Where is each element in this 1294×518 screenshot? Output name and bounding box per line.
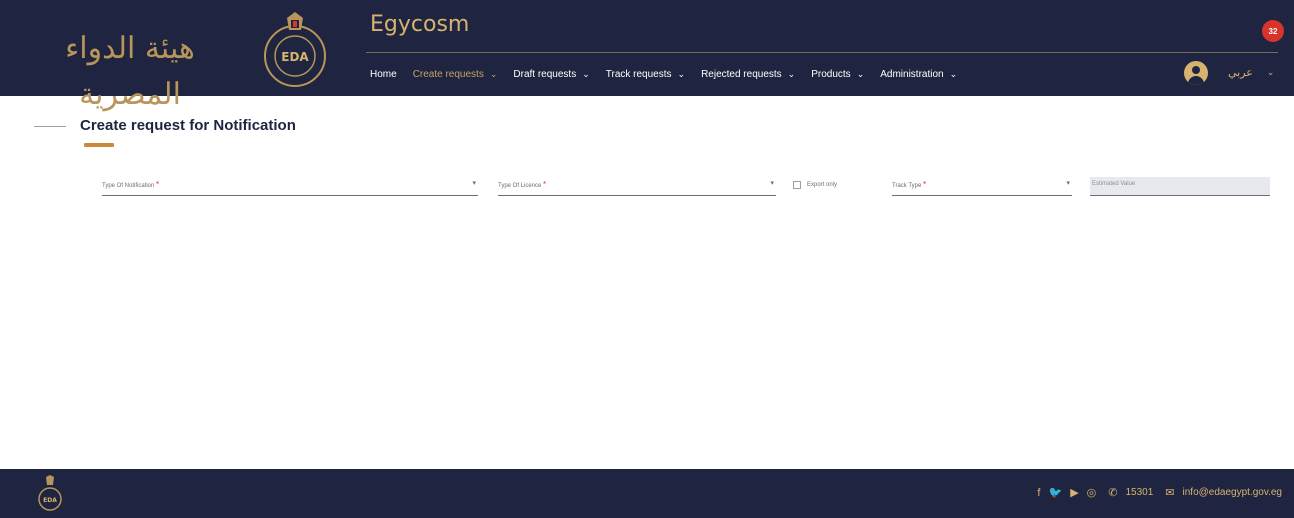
estimated-value-field[interactable]: Estimated Value: [1090, 177, 1270, 196]
user-avatar-icon[interactable]: [1184, 61, 1208, 85]
field-label-text: Type Of Notification: [102, 183, 155, 189]
dropdown-caret-icon: ▾: [472, 180, 476, 187]
nav-label: Rejected requests: [701, 68, 782, 80]
field-label: Track Type *: [892, 180, 926, 189]
header: هيئة الدواء المصرية EDA Egycosm Home Cre…: [0, 0, 1294, 112]
nav-create-requests[interactable]: Create requests ⌄: [413, 69, 498, 80]
chevron-down-icon: ⌄: [489, 68, 498, 79]
nav-label: Administration: [880, 68, 944, 80]
notification-bell-icon[interactable]: 32: [1262, 20, 1284, 42]
chevron-down-icon: ⌄: [582, 68, 590, 79]
avatar-body: [1188, 76, 1204, 85]
export-only-checkbox[interactable]: Export only: [793, 181, 837, 189]
nav-draft-requests[interactable]: Draft requests ⌄: [513, 69, 589, 80]
field-label: Type Of Licence *: [498, 180, 546, 189]
language-switcher[interactable]: عربي ⌄: [1228, 66, 1274, 79]
notification-count: 32: [1268, 26, 1278, 36]
nav-rejected-requests[interactable]: Rejected requests ⌄: [701, 69, 795, 80]
type-of-notification-select[interactable]: Type Of Notification * ▾: [102, 178, 478, 196]
facebook-icon[interactable]: f: [1037, 487, 1040, 499]
nav-label: Draft requests: [513, 68, 577, 80]
nav-administration[interactable]: Administration ⌄: [880, 69, 957, 80]
field-label-text: Track Type: [892, 183, 922, 189]
nav-label: Products: [811, 68, 851, 80]
mail-icon: ✉: [1165, 487, 1175, 499]
chevron-down-icon: ⌄: [1266, 67, 1275, 77]
nav-label: Home: [370, 68, 397, 80]
chevron-down-icon: ⌄: [856, 68, 865, 79]
chevron-down-icon: ⌄: [949, 68, 958, 79]
nav-track-requests[interactable]: Track requests ⌄: [606, 69, 685, 80]
main-nav: Home Create requests ⌄ Draft requests ⌄ Tr…: [370, 64, 973, 84]
eda-emblem-icon: EDA: [264, 12, 326, 87]
nav-label: Track requests: [605, 68, 672, 80]
app-title: Egycosm: [370, 12, 470, 37]
title-accent-bar: [84, 143, 114, 147]
field-label-text: Type Of Licence: [498, 183, 542, 189]
language-label: عربي: [1228, 67, 1253, 79]
nav-label: Create requests: [412, 68, 484, 80]
field-label: Type Of Notification *: [102, 180, 159, 189]
page-title: Create request for Notification: [80, 117, 296, 134]
checkbox-label: Export only: [807, 182, 838, 188]
svg-text:EDA: EDA: [281, 50, 309, 64]
footer-phone: 15301: [1125, 487, 1154, 498]
nav-products[interactable]: Products ⌄: [811, 69, 864, 80]
required-mark: *: [543, 180, 547, 189]
checkbox-box[interactable]: [793, 181, 801, 189]
chevron-down-icon: ⌄: [677, 68, 686, 79]
title-side-rule: [34, 126, 66, 127]
nav-home[interactable]: Home: [370, 69, 397, 80]
twitter-icon[interactable]: 🐦: [1048, 486, 1062, 499]
svg-text:EDA: EDA: [43, 497, 57, 504]
field-label: Estimated Value: [1092, 181, 1136, 187]
chevron-down-icon: ⌄: [787, 68, 796, 79]
eda-footer-logo-icon: EDA: [38, 475, 62, 511]
phone-icon: ✆: [1108, 487, 1118, 499]
avatar-head: [1192, 66, 1200, 74]
type-of-licence-select[interactable]: Type Of Licence * ▾: [498, 178, 776, 196]
footer-email[interactable]: info@edaegypt.gov.eg: [1183, 487, 1282, 498]
track-type-select[interactable]: Track Type * ▾: [892, 178, 1072, 196]
footer-contact: f 🐦 ▶ ◎ ✆ 15301 ✉ info@edaegypt.gov.eg: [1037, 486, 1282, 500]
dropdown-caret-icon: ▾: [1066, 180, 1070, 187]
instagram-icon[interactable]: ◎: [1087, 486, 1097, 499]
eda-arabic-logo: هيئة الدواء المصرية: [65, 31, 196, 112]
required-mark: *: [156, 180, 160, 189]
required-mark: *: [923, 180, 927, 189]
youtube-icon[interactable]: ▶: [1070, 486, 1078, 499]
footer: EDA f 🐦 ▶ ◎ ✆ 15301 ✉ info@edaegypt.gov.…: [0, 469, 1294, 518]
dropdown-caret-icon: ▾: [770, 180, 774, 187]
header-divider: [366, 52, 1278, 53]
